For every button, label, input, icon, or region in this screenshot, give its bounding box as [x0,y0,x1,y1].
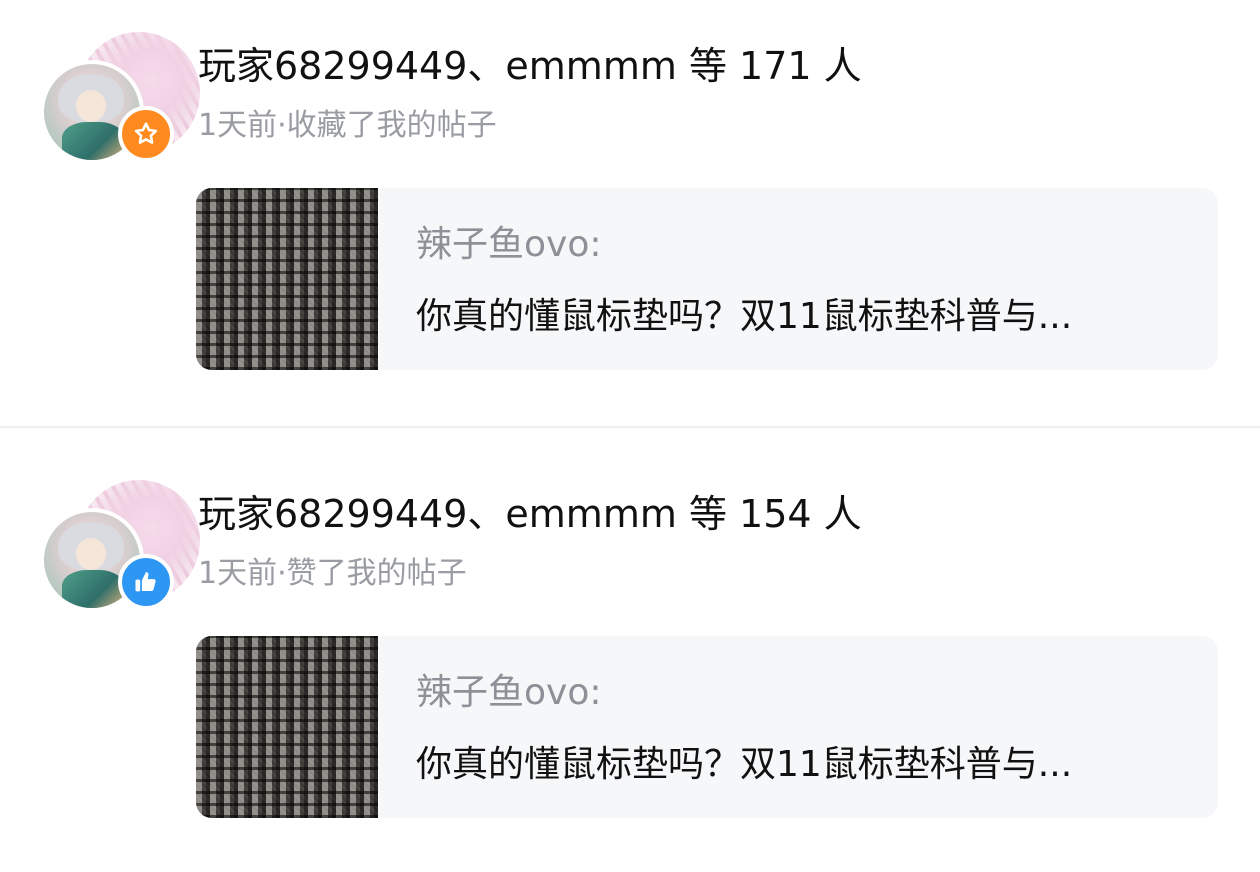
notification-title[interactable]: 玩家68299449、emmmm 等 154 人 [198,488,862,540]
star-icon [132,120,160,148]
post-author: 辣子鱼ovo: [416,224,602,265]
thumbs-up-icon [132,568,160,596]
post-preview-card[interactable]: 辣子鱼ovo: 你真的懂鼠标垫吗？双11鼠标垫科普与... [196,188,1218,370]
post-title: 你真的懂鼠标垫吗？双11鼠标垫科普与... [416,744,1073,785]
notification-subtitle: 1天前·收藏了我的帖子 [198,108,497,143]
notification-title[interactable]: 玩家68299449、emmmm 等 171 人 [198,40,862,92]
post-preview-card[interactable]: 辣子鱼ovo: 你真的懂鼠标垫吗？双11鼠标垫科普与... [196,636,1218,818]
notification-item-like[interactable]: 玩家68299449、emmmm 等 154 人 1天前·赞了我的帖子 辣子鱼o… [0,448,1260,848]
post-title: 你真的懂鼠标垫吗？双11鼠标垫科普与... [416,296,1073,337]
post-author: 辣子鱼ovo: [416,672,602,713]
post-thumbnail [196,636,378,818]
notification-subtitle: 1天前·赞了我的帖子 [198,556,467,591]
post-thumbnail [196,188,378,370]
avatar-stack[interactable] [38,478,200,613]
notification-item-favorite[interactable]: 玩家68299449、emmmm 等 171 人 1天前·收藏了我的帖子 辣子鱼… [0,0,1260,400]
favorite-badge [118,106,174,162]
avatar-stack[interactable] [38,30,200,165]
divider [0,426,1260,428]
like-badge [118,554,174,610]
notification-feed: 玩家68299449、emmmm 等 171 人 1天前·收藏了我的帖子 辣子鱼… [0,0,1260,872]
